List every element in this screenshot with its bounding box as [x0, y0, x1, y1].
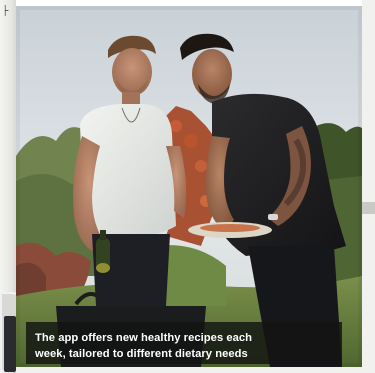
corner-mark-icon: ├	[2, 5, 9, 15]
magazine-page: ├ The app offers new healthy recipes eac…	[0, 0, 375, 373]
left-page-edge: ├	[0, 0, 22, 373]
page-tab-marker	[362, 202, 375, 214]
caption-line-1: The app offers new healthy recipes each	[35, 332, 253, 344]
bottom-page-edge	[16, 367, 362, 373]
right-page-edge	[362, 0, 375, 373]
photo-caption: The app offers new healthy recipes each …	[26, 322, 342, 364]
photo-illustration	[16, 6, 362, 367]
recipe-photo	[16, 6, 362, 367]
caption-line-2: week, tailored to different dietary need…	[35, 348, 248, 360]
